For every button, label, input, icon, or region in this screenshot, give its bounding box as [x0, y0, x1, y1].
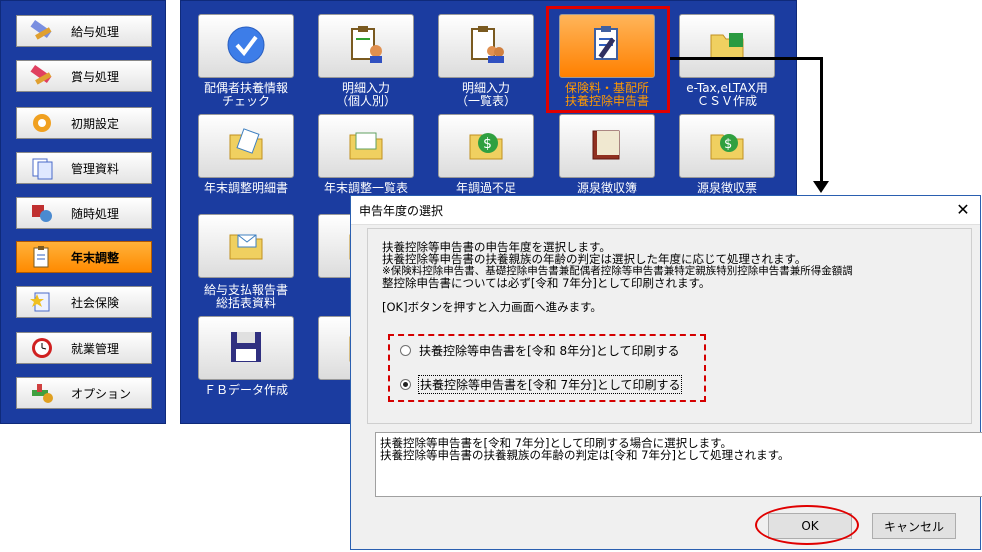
clipboard-people-icon	[466, 25, 506, 68]
folder-dollar-icon: $	[466, 125, 506, 168]
tile-label: 明細入力 （一覧表）	[455, 81, 516, 108]
radio-label[interactable]: 扶養控除等申告書を[令和 8年分]として印刷する	[419, 342, 679, 359]
tile-withholding-book[interactable]	[559, 114, 655, 178]
sidebar-item-label: 管理資料	[71, 161, 120, 176]
documents-icon	[27, 155, 57, 181]
sidebar-item-label: 就業管理	[71, 341, 120, 356]
arrow-line	[820, 57, 823, 185]
sidebar-item-label: オプション	[71, 386, 132, 401]
folder-tax-icon	[707, 25, 747, 68]
sidebar-item-label: 賞与処理	[71, 69, 120, 84]
tile-spouse-check[interactable]	[198, 14, 294, 78]
pencil-ruler-icon	[27, 63, 57, 89]
folder-document-icon	[226, 125, 266, 168]
radio-reiwa-7[interactable]: 扶養控除等申告書を[令和 7年分]として印刷する	[400, 375, 683, 394]
clipboard-pencil-icon	[27, 244, 57, 270]
arrow-head-icon	[813, 181, 829, 193]
tile-detail-list[interactable]	[438, 14, 534, 78]
sidebar-item-label: 社会保険	[71, 295, 120, 310]
tile-label: e-Tax,eLTAX用 ＣＳＶ作成	[686, 81, 768, 108]
clipboard-person-icon	[346, 25, 386, 68]
clock-icon	[27, 335, 57, 361]
sidebar-item-year-end[interactable]: 年末調整	[16, 241, 152, 273]
tile-over-under[interactable]: $	[438, 114, 534, 178]
instruction-text: [OK]ボタンを押すと入力画面へ進みます。	[382, 300, 602, 314]
tile-label: ＦＢデータ作成	[203, 383, 288, 397]
radio-button[interactable]	[400, 345, 411, 356]
highlight-ellipse	[755, 505, 859, 545]
floppy-disk-icon	[226, 327, 266, 370]
tile-detail-individual[interactable]	[318, 14, 414, 78]
sidebar-item-adhoc[interactable]: 随時処理	[16, 197, 152, 229]
sidebar-item-reports[interactable]: 管理資料	[16, 152, 152, 184]
sidebar-item-social-insurance[interactable]: 社会保険	[16, 286, 152, 318]
process-icon	[27, 200, 57, 226]
gear-icon	[27, 110, 57, 136]
tile-label: 明細入力 （個人別）	[335, 81, 396, 108]
description-text: 扶養控除等申告書の扶養親族の年齢の判定は選択した年度に応じて処理されます。	[382, 252, 807, 266]
sidebar-item-options[interactable]: オプション	[16, 377, 152, 409]
year-select-dialog: 申告年度の選択 ✕ 扶養控除等申告書の申告年度を選択します。 扶養控除等申告書の…	[350, 195, 982, 550]
options-group: 扶養控除等申告書の申告年度を選択します。 扶養控除等申告書の扶養親族の年齢の判定…	[367, 228, 972, 424]
document-star-icon	[27, 289, 57, 315]
sidebar: 給与処理 賞与処理 初期設定 管理資料 随時処理 年末調整 社会保険 就業管理 …	[0, 0, 166, 424]
arrow-line	[670, 57, 822, 60]
sidebar-item-label: 初期設定	[71, 116, 120, 131]
tile-year-end-statement[interactable]	[198, 114, 294, 178]
svg-text:$: $	[483, 136, 492, 152]
sidebar-item-bonus[interactable]: 賞与処理	[16, 60, 152, 92]
tile-withholding-slip[interactable]: $	[679, 114, 775, 178]
tile-label: 年調過不足	[455, 181, 516, 195]
sidebar-item-settings[interactable]: 初期設定	[16, 107, 152, 139]
tile-payment-report[interactable]	[198, 214, 294, 278]
tile-label: 給与支払報告書 総括表資料	[203, 283, 288, 310]
radio-label[interactable]: 扶養控除等申告書を[令和 7年分]として印刷する	[417, 375, 683, 394]
sidebar-item-attendance[interactable]: 就業管理	[16, 332, 152, 364]
dialog-title: 申告年度の選択	[359, 203, 444, 218]
highlight-box: 扶養控除等申告書を[令和 8年分]として印刷する 扶養控除等申告書を[令和 7年…	[388, 334, 706, 402]
close-button[interactable]: ✕	[952, 200, 974, 220]
folder-open-icon	[346, 125, 386, 168]
book-icon	[587, 125, 627, 168]
tile-label: 年末調整一覧表	[323, 181, 408, 195]
tile-year-end-list[interactable]	[318, 114, 414, 178]
dialog-title-bar: 申告年度の選択	[351, 196, 980, 225]
pencil-ruler-icon	[27, 18, 57, 44]
tile-label: 源泉徴収票	[696, 181, 757, 195]
sidebar-item-salary[interactable]: 給与処理	[16, 15, 152, 47]
folder-dollar-doc-icon: $	[707, 125, 747, 168]
tile-label: 配偶者扶養情報 チェック	[203, 81, 288, 108]
radio-reiwa-8[interactable]: 扶養控除等申告書を[令和 8年分]として印刷する	[400, 342, 679, 359]
check-circle-icon	[226, 25, 266, 68]
cancel-button[interactable]: キャンセル	[872, 513, 956, 539]
tile-label: 年末調整明細書	[203, 181, 288, 195]
description-text: 整控除申告書については必ず[令和 7年分]として印刷されます。	[382, 276, 711, 290]
tile-label: 源泉徴収簿	[576, 181, 637, 195]
svg-text:$: $	[724, 137, 732, 152]
sidebar-item-label: 給与処理	[71, 24, 120, 39]
radio-button[interactable]	[400, 379, 411, 390]
sidebar-item-label: 随時処理	[71, 206, 120, 221]
tools-icon	[27, 380, 57, 406]
tile-etax-csv[interactable]	[679, 14, 775, 78]
sidebar-item-label: 年末調整	[71, 250, 120, 265]
folder-envelope-icon	[226, 225, 266, 268]
info-textbox: 扶養控除等申告書を[令和 7年分]として印刷する場合に選択します。 扶養控除等申…	[375, 432, 982, 497]
tile-fb-data[interactable]	[198, 316, 294, 380]
highlight-box	[546, 6, 670, 113]
